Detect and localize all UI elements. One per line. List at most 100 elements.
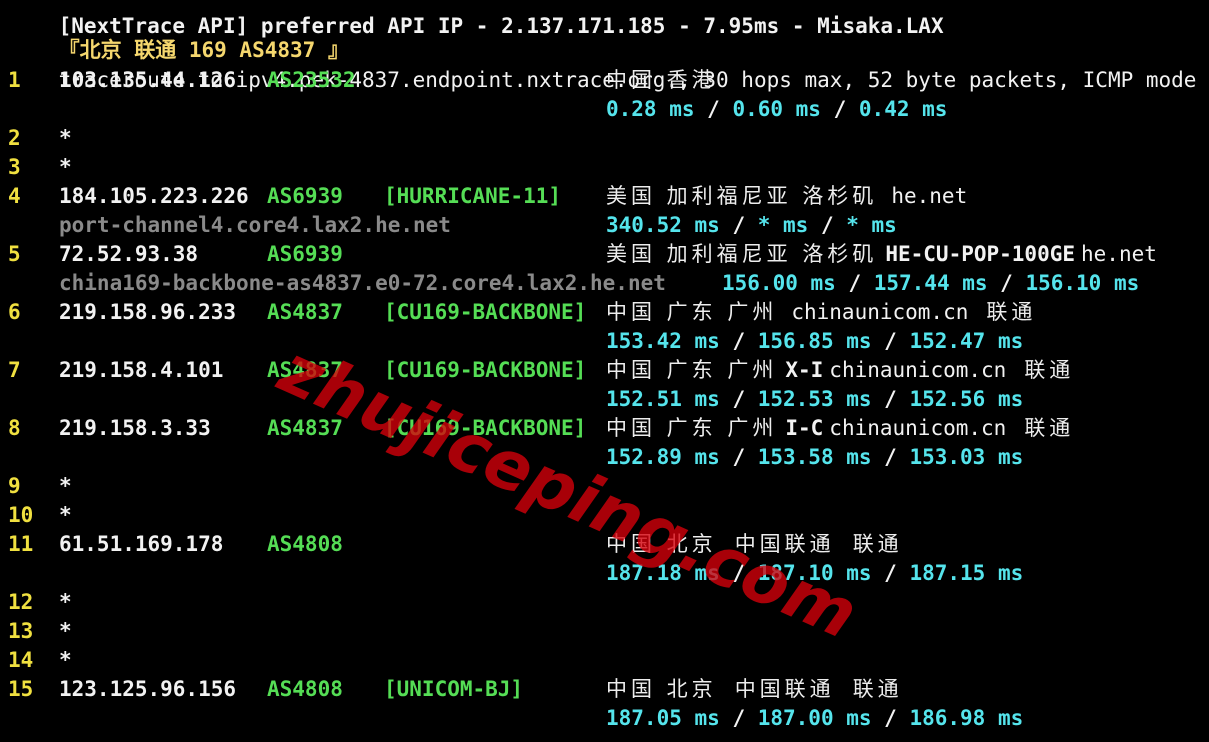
hop-ip: 61.51.169.178: [59, 532, 224, 556]
hop-number: 9: [8, 474, 21, 498]
hop-number: 15: [8, 677, 34, 701]
hop-number: 8: [8, 416, 21, 440]
rtt-value: 187.10 ms: [757, 561, 872, 585]
rtt-value: 0.28 ms: [606, 97, 695, 121]
hop-ip: *: [59, 619, 72, 643]
rtt-value: 153.42 ms: [606, 329, 720, 353]
hop-asn: AS4808: [267, 532, 343, 556]
rtt-value: 152.47 ms: [909, 329, 1024, 353]
hop-domain: chinaunicom.cn: [829, 358, 1007, 382]
rtt-separator: /: [820, 97, 859, 121]
rtt-separator: /: [719, 561, 758, 585]
rtt-separator: /: [719, 445, 758, 469]
hop-location: 中国 北京: [606, 532, 717, 556]
rtt-value: 152.56 ms: [909, 387, 1024, 411]
rtt-value: 152.51 ms: [606, 387, 720, 411]
hop-domain: he.net: [891, 184, 968, 208]
rtt-value: 156.85 ms: [757, 329, 872, 353]
rtt-value: 187.18 ms: [606, 561, 720, 585]
hop-geo-info: 美国 加利福尼亚 洛杉矶 he.net: [606, 182, 967, 211]
hop-asn: AS4837: [267, 416, 343, 440]
hop-asn: AS4837: [267, 300, 343, 324]
hop-rtt-values: 187.18 ms / 187.10 ms / 187.15 ms: [606, 559, 1023, 588]
hop-number: 3: [8, 155, 21, 179]
hop-number: 12: [8, 590, 34, 614]
hop-rtt-values: 153.42 ms / 156.85 ms / 152.47 ms: [606, 327, 1023, 356]
rtt-separator: /: [871, 706, 910, 730]
rtt-value: 187.00 ms: [757, 706, 872, 730]
hop-asn: AS4837: [267, 358, 343, 382]
rtt-value: 152.53 ms: [757, 387, 872, 411]
hop-ip: *: [59, 126, 72, 150]
hop-number: 6: [8, 300, 21, 324]
hop-host-bold: I-C: [785, 416, 824, 440]
hop-ip: *: [59, 155, 72, 179]
hop-isp: 联通: [986, 300, 1037, 324]
hop-geo-info: 中国 香港: [606, 66, 717, 95]
hop-ip: *: [59, 648, 72, 672]
hop-host-bold: X-I: [785, 358, 824, 382]
rtt-value: 186.98 ms: [909, 706, 1024, 730]
hop-rtt-values: 152.51 ms / 152.53 ms / 152.56 ms: [606, 385, 1023, 414]
rtt-value: 152.89 ms: [606, 445, 720, 469]
rtt-separator: /: [719, 706, 758, 730]
rtt-value: 153.58 ms: [757, 445, 872, 469]
hop-location: 美国 加利福尼亚 洛杉矶: [606, 242, 878, 266]
hop-network-tag: [CU169-BACKBONE]: [384, 300, 587, 324]
rtt-separator: /: [871, 387, 910, 411]
traceroute-header: traceroute to ipv4.pek-4837.endpoint.nxt…: [8, 37, 1197, 92]
hop-asn: AS23532: [267, 68, 356, 92]
rtt-separator: /: [987, 271, 1026, 295]
hop-location: 中国 广东 广州: [606, 358, 778, 382]
rtt-value: 156.00 ms: [722, 271, 836, 295]
hop-number: 13: [8, 619, 34, 643]
hop-geo-info: 中国 广东 广州 I-C chinaunicom.cn 联通: [606, 414, 1074, 443]
hop-number: 11: [8, 532, 34, 556]
hop-host-bold: HE-CU-POP-100GE: [885, 242, 1076, 266]
hop-isp: 联通: [1024, 416, 1075, 440]
rtt-separator: /: [871, 329, 910, 353]
hop-rdns: china169-backbone-as4837.e0-72.core4.lax…: [59, 271, 666, 295]
hop-asn: AS4808: [267, 677, 343, 701]
hop-number: 7: [8, 358, 21, 382]
hop-isp: 联通: [1024, 358, 1075, 382]
hop-ip: *: [59, 474, 72, 498]
hop-asn: AS6939: [267, 242, 343, 266]
hop-ip: 103.135.44.126: [59, 68, 237, 92]
hop-number: 14: [8, 648, 34, 672]
hop-isp: 联通: [852, 677, 903, 701]
hop-number: 1: [8, 68, 21, 92]
hop-location: 中国 北京: [606, 677, 717, 701]
hop-ip: 219.158.3.33: [59, 416, 211, 440]
hop-domain: he.net: [1081, 242, 1157, 266]
hop-rtt-values: 0.28 ms / 0.60 ms / 0.42 ms: [606, 95, 947, 124]
rtt-value: * ms: [846, 213, 897, 237]
hop-number: 10: [8, 503, 34, 527]
rtt-separator: /: [694, 97, 733, 121]
rtt-value: 187.05 ms: [606, 706, 720, 730]
hop-location: 美国 加利福尼亚 洛杉矶: [606, 184, 878, 208]
hop-domain: chinaunicom.cn: [791, 300, 969, 324]
rtt-value: 340.52 ms: [606, 213, 720, 237]
hop-geo-info: 中国 广东 广州 chinaunicom.cn 联通: [606, 298, 1036, 327]
hop-ip: 219.158.96.233: [59, 300, 237, 324]
hop-geo-info: 中国 广东 广州 X-I chinaunicom.cn 联通: [606, 356, 1074, 385]
terminal-window: [NextTrace API] preferred API IP - 2.137…: [0, 0, 1209, 742]
rtt-value: 157.44 ms: [873, 271, 988, 295]
hop-ip: 123.125.96.156: [59, 677, 237, 701]
rtt-separator: /: [719, 213, 758, 237]
rtt-separator: /: [719, 387, 758, 411]
hop-domain: chinaunicom.cn: [829, 416, 1007, 440]
rtt-separator: /: [835, 271, 874, 295]
hop-network-tag: [HURRICANE-11]: [384, 184, 562, 208]
hop-rtt-values: 156.00 ms / 157.44 ms / 156.10 ms: [722, 269, 1139, 298]
hop-location: 中国 香港: [606, 68, 717, 92]
hop-org: 中国联通: [734, 677, 835, 701]
hop-isp: 联通: [852, 532, 903, 556]
hop-rtt-values: 187.05 ms / 187.00 ms / 186.98 ms: [606, 704, 1023, 733]
hop-ip: 72.52.93.38: [59, 242, 199, 266]
hop-ip: *: [59, 503, 72, 527]
hop-geo-info: 美国 加利福尼亚 洛杉矶 HE-CU-POP-100GE he.net: [606, 240, 1157, 269]
hop-ip: 184.105.223.226: [59, 184, 249, 208]
rtt-separator: /: [871, 445, 910, 469]
